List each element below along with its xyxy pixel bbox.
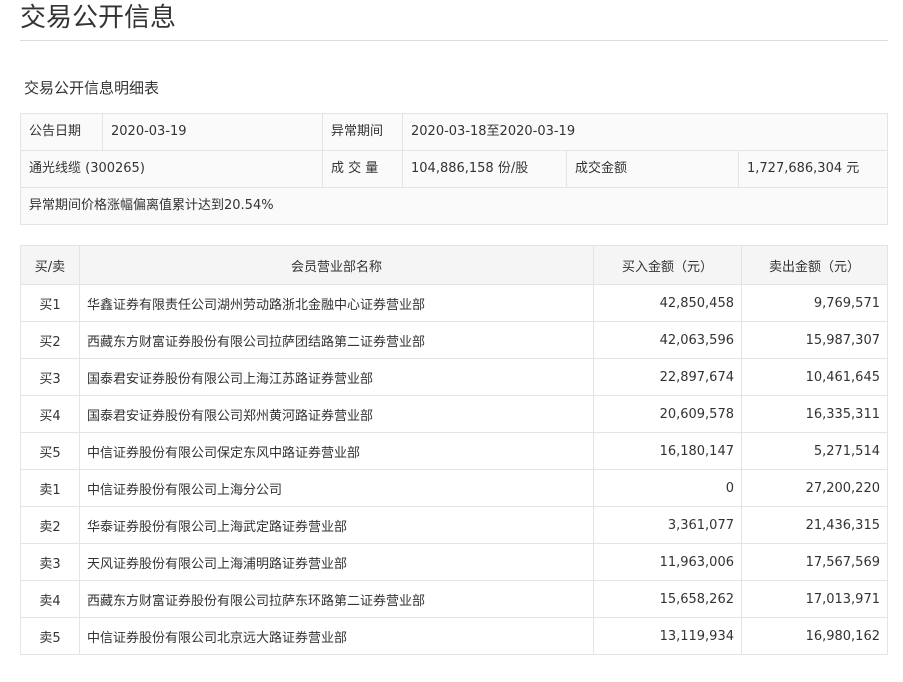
title-divider	[20, 40, 888, 41]
table-row: 卖4 西藏东方财富证券股份有限公司拉萨东环路第二证券营业部 15,658,262…	[20, 580, 888, 618]
summary-row: 异常期间价格涨幅偏离值累计达到20.54%	[20, 187, 888, 225]
detail-header-row: 买/卖 会员营业部名称 买入金额（元） 卖出金额（元）	[20, 245, 888, 285]
side-cell: 卖3	[20, 543, 80, 581]
branch-name-cell: 国泰君安证券股份有限公司上海江苏路证券营业部	[79, 358, 594, 396]
branch-name-cell: 中信证券股份有限公司北京远大路证券营业部	[79, 617, 594, 655]
abnormal-reason: 异常期间价格涨幅偏离值累计达到20.54%	[20, 187, 888, 225]
branch-name-cell: 华鑫证券有限责任公司湖州劳动路浙北金融中心证券营业部	[79, 284, 594, 322]
buy-amount-cell: 13,119,934	[593, 617, 742, 655]
sell-amount-cell: 5,271,514	[741, 432, 888, 470]
side-cell: 买1	[20, 284, 80, 322]
side-cell: 卖1	[20, 469, 80, 507]
sell-amount-cell: 21,436,315	[741, 506, 888, 544]
side-cell: 卖4	[20, 580, 80, 618]
volume-label: 成 交 量	[322, 150, 403, 188]
section-title: 交易公开信息明细表	[24, 79, 160, 97]
side-cell: 卖2	[20, 506, 80, 544]
table-row: 买2 西藏东方财富证券股份有限公司拉萨团结路第二证券营业部 42,063,596…	[20, 321, 888, 359]
summary-table: 公告日期 2020-03-19 异常期间 2020-03-18至2020-03-…	[20, 113, 888, 225]
summary-row: 公告日期 2020-03-19 异常期间 2020-03-18至2020-03-…	[20, 113, 888, 151]
detail-table: 买/卖 会员营业部名称 买入金额（元） 卖出金额（元） 买1 华鑫证券有限责任公…	[20, 245, 888, 655]
page: 交易公开信息 交易公开信息明细表 公告日期 2020-03-19 异常期间 20…	[0, 0, 903, 682]
table-row: 卖2 华泰证券股份有限公司上海武定路证券营业部 3,361,077 21,436…	[20, 506, 888, 544]
branch-name-cell: 华泰证券股份有限公司上海武定路证券营业部	[79, 506, 594, 544]
announce-date-value: 2020-03-19	[102, 113, 323, 151]
table-row: 买3 国泰君安证券股份有限公司上海江苏路证券营业部 22,897,674 10,…	[20, 358, 888, 396]
sell-amount-cell: 17,013,971	[741, 580, 888, 618]
amount-label: 成交金额	[566, 150, 739, 188]
buy-amount-cell: 3,361,077	[593, 506, 742, 544]
sell-amount-cell: 17,567,569	[741, 543, 888, 581]
stock-name: 通光线缆 (300265)	[20, 150, 323, 188]
branch-name-cell: 中信证券股份有限公司保定东风中路证券营业部	[79, 432, 594, 470]
table-row: 买1 华鑫证券有限责任公司湖州劳动路浙北金融中心证券营业部 42,850,458…	[20, 284, 888, 322]
buy-amount-cell: 42,063,596	[593, 321, 742, 359]
side-cell: 买4	[20, 395, 80, 433]
abnormal-period-value: 2020-03-18至2020-03-19	[402, 113, 888, 151]
sell-amount-cell: 16,980,162	[741, 617, 888, 655]
buy-amount-cell: 20,609,578	[593, 395, 742, 433]
header-branch-name: 会员营业部名称	[79, 245, 594, 285]
buy-amount-cell: 22,897,674	[593, 358, 742, 396]
side-cell: 买2	[20, 321, 80, 359]
branch-name-cell: 西藏东方财富证券股份有限公司拉萨团结路第二证券营业部	[79, 321, 594, 359]
table-row: 卖5 中信证券股份有限公司北京远大路证券营业部 13,119,934 16,98…	[20, 617, 888, 655]
volume-value: 104,886,158 份/股	[402, 150, 567, 188]
page-title: 交易公开信息	[20, 3, 177, 33]
sell-amount-cell: 10,461,645	[741, 358, 888, 396]
amount-value: 1,727,686,304 元	[738, 150, 888, 188]
buy-amount-cell: 15,658,262	[593, 580, 742, 618]
sell-amount-cell: 16,335,311	[741, 395, 888, 433]
branch-name-cell: 中信证券股份有限公司上海分公司	[79, 469, 594, 507]
table-row: 卖3 天风证券股份有限公司上海浦明路证券营业部 11,963,006 17,56…	[20, 543, 888, 581]
header-buy-amount: 买入金额（元）	[593, 245, 742, 285]
table-row: 买5 中信证券股份有限公司保定东风中路证券营业部 16,180,147 5,27…	[20, 432, 888, 470]
buy-amount-cell: 11,963,006	[593, 543, 742, 581]
sell-amount-cell: 27,200,220	[741, 469, 888, 507]
side-cell: 买5	[20, 432, 80, 470]
buy-amount-cell: 42,850,458	[593, 284, 742, 322]
abnormal-period-label: 异常期间	[322, 113, 403, 151]
header-sell-amount: 卖出金额（元）	[741, 245, 888, 285]
branch-name-cell: 国泰君安证券股份有限公司郑州黄河路证券营业部	[79, 395, 594, 433]
announce-date-label: 公告日期	[20, 113, 103, 151]
sell-amount-cell: 15,987,307	[741, 321, 888, 359]
branch-name-cell: 西藏东方财富证券股份有限公司拉萨东环路第二证券营业部	[79, 580, 594, 618]
header-side: 买/卖	[20, 245, 80, 285]
buy-amount-cell: 0	[593, 469, 742, 507]
summary-row: 通光线缆 (300265) 成 交 量 104,886,158 份/股 成交金额…	[20, 150, 888, 188]
side-cell: 卖5	[20, 617, 80, 655]
table-row: 买4 国泰君安证券股份有限公司郑州黄河路证券营业部 20,609,578 16,…	[20, 395, 888, 433]
side-cell: 买3	[20, 358, 80, 396]
branch-name-cell: 天风证券股份有限公司上海浦明路证券营业部	[79, 543, 594, 581]
sell-amount-cell: 9,769,571	[741, 284, 888, 322]
table-row: 卖1 中信证券股份有限公司上海分公司 0 27,200,220	[20, 469, 888, 507]
buy-amount-cell: 16,180,147	[593, 432, 742, 470]
